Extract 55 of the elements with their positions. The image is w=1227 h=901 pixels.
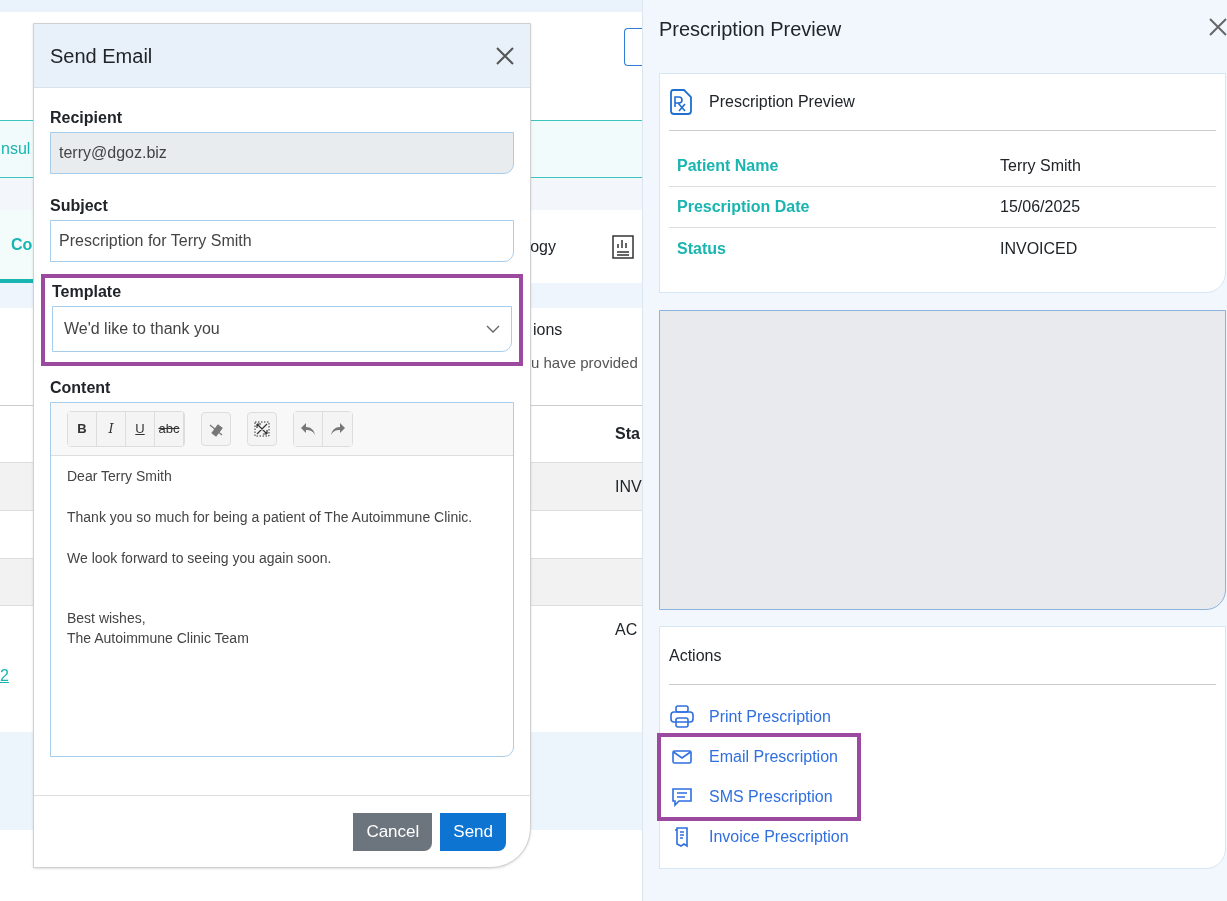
action-link[interactable]: Print Prescription: [669, 697, 857, 737]
undo-button[interactable]: [294, 412, 323, 446]
cancel-button[interactable]: Cancel: [353, 812, 433, 851]
column-header: Sta: [615, 424, 641, 444]
email-paragraph: Dear Terry Smith: [67, 467, 173, 486]
table-cell-text: INV: [615, 476, 642, 497]
field-label: Subject: [50, 196, 109, 216]
field-value: 15/06/2025: [1000, 197, 1081, 217]
format-button[interactable]: abc: [155, 412, 184, 446]
card-title: Actions: [669, 645, 722, 666]
section-title: ions: [532, 320, 564, 340]
field-label: Template: [52, 282, 123, 302]
field-label: Content: [50, 378, 112, 398]
close-icon[interactable]: [496, 46, 514, 65]
field-label: Recipient: [50, 108, 123, 128]
field-label: Patient Name: [676, 156, 780, 176]
signature-line: The Autoimmune Clinic Team: [67, 629, 250, 648]
format-button[interactable]: I: [97, 412, 126, 446]
prescription-icon: [669, 89, 693, 115]
receipt-icon: [673, 826, 691, 848]
close-icon[interactable]: [1209, 18, 1227, 36]
redo-icon: [329, 422, 346, 436]
fullscreen-button[interactable]: [247, 412, 277, 446]
action-link[interactable]: SMS Prescription: [669, 777, 857, 817]
panel-title: Prescription Preview: [659, 17, 842, 42]
expand-icon: [254, 421, 270, 437]
tab-label[interactable]: ogy: [530, 234, 556, 259]
format-button[interactable]: B: [68, 412, 97, 446]
field-value: INVOICED: [1000, 238, 1078, 259]
action-link[interactable]: Invoice Prescription: [669, 817, 857, 857]
section-text: u have provided: [531, 353, 639, 373]
banner-text: nsul: [0, 139, 31, 159]
card-title: Prescription Preview: [709, 92, 855, 112]
template-select[interactable]: We'd like to thank you: [52, 306, 512, 352]
email-paragraph: Thank you so much for being a patient of The Autoimmune Clinic.: [67, 508, 474, 527]
field-label: Prescription Date: [676, 197, 811, 217]
clear-format-button[interactable]: [201, 412, 231, 446]
email-paragraph: We look forward to seeing you again soon.: [67, 549, 333, 568]
undo-icon: [300, 422, 316, 436]
chart-icon: [612, 234, 634, 259]
signature-line: Best wishes,: [67, 609, 147, 628]
table-cell-text: AC: [615, 620, 639, 640]
rich-text-editor[interactable]: B I U abc Dear Terry Smith Thank you so much for being a patient of The Autoimmune Clinic. We look forward to seeing you again soon. Best wishes, The Autoimmune Clinic Team: [50, 402, 514, 757]
field-value: Terry Smith: [1000, 156, 1081, 176]
send-button[interactable]: Send: [440, 812, 506, 851]
field-label: Status: [676, 238, 727, 259]
action-link[interactable]: Email Prescription: [669, 737, 857, 777]
text-field[interactable]: Prescription for Terry Smith: [50, 220, 514, 262]
chevron-down-icon: [486, 325, 500, 333]
redo-button[interactable]: [323, 412, 352, 446]
format-button[interactable]: U: [126, 412, 155, 446]
chat-icon: [671, 787, 693, 807]
envelope-icon: [672, 749, 692, 765]
dialog-title: Send Email: [50, 43, 153, 69]
printer-icon: [669, 704, 695, 730]
